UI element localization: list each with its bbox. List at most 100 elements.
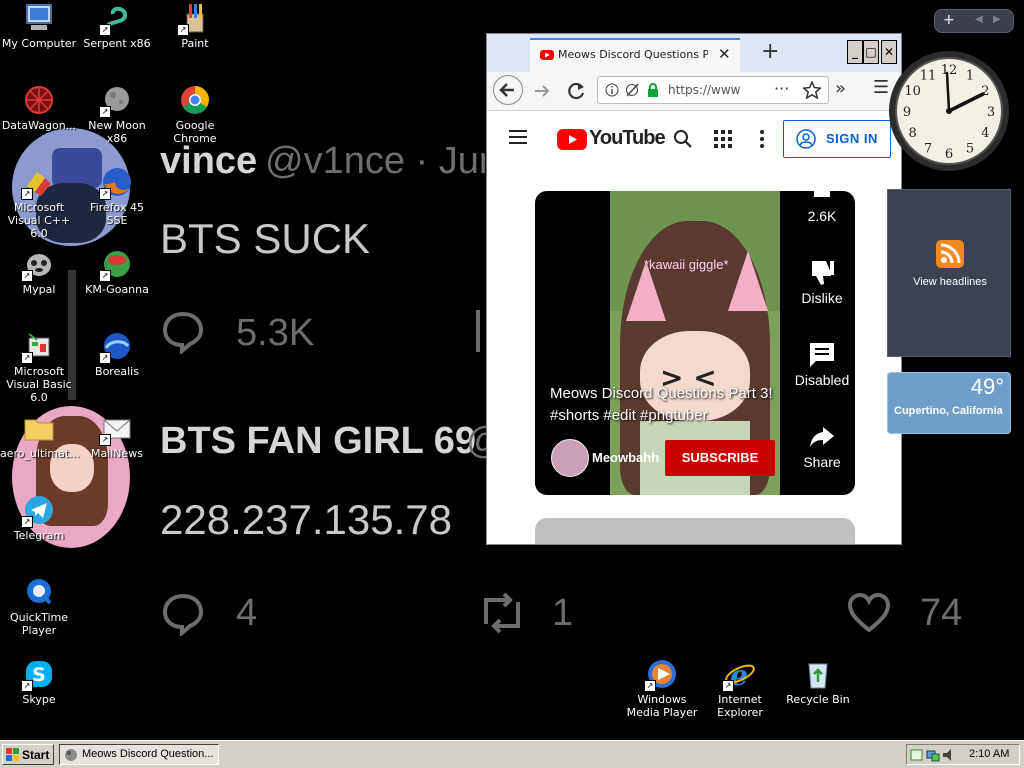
tab-close-icon[interactable]: ✕ [718, 45, 731, 63]
tweet1-reply-count: 5.3K [236, 312, 315, 354]
tweet1-reply-icon [162, 311, 204, 354]
skype-icon: S ↗ [21, 658, 55, 692]
desktop-icon-quicktime[interactable]: QuickTime Player [0, 576, 78, 637]
clock-gadget[interactable]: 12 1 2 3 4 5 6 7 8 9 10 11 [887, 49, 1011, 173]
bookmark-star-icon[interactable] [803, 81, 821, 99]
thumbs-down-icon [812, 261, 834, 285]
channel-name[interactable]: Meowbahh [592, 450, 659, 465]
tweet1-handle: @v1nce · Jun 1 [265, 140, 485, 182]
clock-number: 6 [945, 147, 953, 162]
add-gadget-icon[interactable]: + [943, 12, 955, 28]
youtube-logo-text: YouTube [589, 127, 666, 149]
view-headlines-label[interactable]: View headlines [888, 276, 1012, 288]
desktop-icon-label: Skype [22, 693, 56, 706]
comments-action[interactable]: Disabled [787, 341, 855, 388]
desktop-icon-visual-basic[interactable]: ↗ Microsoft Visual Basic 6.0 [0, 330, 78, 404]
clock-number: 10 [904, 84, 921, 99]
desktop-icon-label: MailNews [90, 447, 144, 460]
start-button[interactable]: Start [2, 744, 54, 765]
browser-window[interactable]: Meows Discord Questions Part 3! # ✕ + _ … [486, 33, 902, 545]
overlay-caption: *kawaii giggle* [644, 257, 729, 272]
network-icon[interactable] [926, 748, 940, 762]
taskbar-clock[interactable]: 2:10 AM [969, 748, 1009, 760]
borealis-icon: ↗ [99, 330, 133, 364]
desktop-icon-aero-folder[interactable]: aero_ultimat... [0, 412, 80, 460]
desktop-icon-label: Microsoft Visual C++ 6.0 [7, 201, 71, 240]
page-actions-icon[interactable]: ··· [774, 79, 789, 98]
visual-basic-icon: ↗ [21, 330, 55, 364]
youtube-header: YouTube SIGN IN [487, 111, 901, 167]
firefox-icon: ↗ [99, 166, 133, 200]
youtube-favicon-icon [540, 50, 554, 60]
desktop-icon-ie[interactable]: e ↗ Internet Explorer [701, 658, 779, 719]
next-shorts-card[interactable] [535, 518, 855, 544]
desktop-icon-label: Microsoft Visual Basic 6.0 [6, 365, 72, 404]
lock-icon [648, 83, 658, 97]
minimize-button[interactable]: _ [847, 40, 863, 64]
sign-in-label: SIGN IN [826, 131, 878, 146]
subscribe-button[interactable]: SUBSCRIBE [665, 440, 775, 476]
browser-tab-active[interactable]: Meows Discord Questions Part 3! # ✕ [530, 38, 740, 72]
maximize-button[interactable]: □ [863, 40, 879, 64]
desktop-icon-paint[interactable]: ↗ Paint [156, 2, 234, 50]
datawagon-icon [23, 84, 55, 116]
desktop-icon-chrome[interactable]: Google Chrome [156, 84, 234, 145]
safely-remove-icon[interactable] [910, 748, 924, 762]
thumbs-up-icon [814, 191, 830, 197]
desktop-icon-telegram[interactable]: ↗ Telegram [0, 494, 78, 542]
desktop-icon-recycle-bin[interactable]: Recycle Bin [779, 658, 857, 706]
sign-in-button[interactable]: SIGN IN [783, 120, 891, 158]
share-label: Share [803, 454, 841, 470]
ie-icon: e ↗ [722, 658, 756, 692]
desktop-icon-datawagon[interactable]: DataWagon... [0, 84, 78, 132]
previous-gadget-icon[interactable]: ◀ [975, 14, 983, 25]
clock-number: 7 [924, 141, 932, 156]
browser-app-icon [65, 749, 77, 761]
shorts-video-card[interactable]: > < *kawaii giggle* 2.6K Dislike Disable… [535, 191, 855, 495]
volume-icon[interactable] [942, 748, 956, 762]
weather-location: Cupertino, California [894, 405, 1003, 417]
back-button[interactable] [493, 75, 523, 105]
info-icon [605, 83, 619, 97]
overflow-chevron-icon[interactable]: » [835, 78, 846, 99]
rss-icon [936, 240, 964, 268]
like-action[interactable]: 2.6K [787, 191, 855, 224]
desktop-icon-my-computer[interactable]: My Computer [0, 2, 78, 50]
desktop-icon-skype[interactable]: S ↗ Skype [0, 658, 78, 706]
video-title[interactable]: Meows Discord Questions Part 3! #shorts … [550, 383, 785, 427]
desktop-icon-wmp[interactable]: ↗ Windows Media Player [623, 658, 701, 719]
weather-temperature: 49° [970, 374, 1004, 399]
desktop-icon-mailnews[interactable]: ↗ MailNews [78, 412, 156, 460]
search-icon[interactable] [673, 129, 693, 149]
next-gadget-icon[interactable]: ▶ [993, 14, 1001, 25]
desktop-icon-new-moon[interactable]: ↗ New Moon x86 [78, 84, 156, 145]
more-options-icon[interactable] [759, 129, 765, 149]
desktop-icon-label: Google Chrome [173, 119, 217, 145]
desktop-icon-mypal[interactable]: ↗ Mypal [0, 248, 78, 296]
share-icon [810, 427, 834, 447]
desktop-icon-serpent[interactable]: ↗ Serpent x86 [78, 2, 156, 50]
desktop-icon-km-goanna[interactable]: ↗ KM-Goanna [78, 248, 156, 296]
dislike-action[interactable]: Dislike [787, 259, 855, 306]
desktop-icon-firefox[interactable]: ↗ Firefox 45 SSE [78, 166, 156, 227]
tweet2-reply-count: 4 [236, 592, 258, 634]
desktop-icon-label: Mypal [22, 283, 56, 296]
forward-icon[interactable] [531, 81, 553, 101]
tweet2-name: BTS FAN GIRL 69 [160, 420, 477, 462]
weather-gadget[interactable]: 49° Cupertino, California [887, 372, 1011, 434]
url-bar[interactable]: https://www ··· [597, 76, 829, 104]
channel-avatar[interactable] [551, 439, 589, 477]
apps-grid-icon[interactable] [714, 130, 732, 148]
comments-label: Disabled [794, 372, 850, 388]
desktop-icon-borealis[interactable]: ↗ Borealis [78, 330, 156, 378]
paint-icon: ↗ [177, 2, 211, 36]
taskbar-window-button[interactable]: Meows Discord Question... [59, 744, 219, 765]
reload-icon[interactable] [565, 80, 587, 102]
menu-icon[interactable] [509, 129, 529, 145]
clock-number: 2 [981, 84, 989, 99]
new-tab-button[interactable]: + [761, 39, 779, 64]
share-action[interactable]: Share [787, 423, 855, 470]
rss-feed-gadget[interactable]: View headlines [887, 189, 1011, 357]
youtube-logo-icon [557, 129, 587, 150]
desktop-icon-visual-cpp[interactable]: ↗ Microsoft Visual C++ 6.0 [0, 166, 78, 240]
